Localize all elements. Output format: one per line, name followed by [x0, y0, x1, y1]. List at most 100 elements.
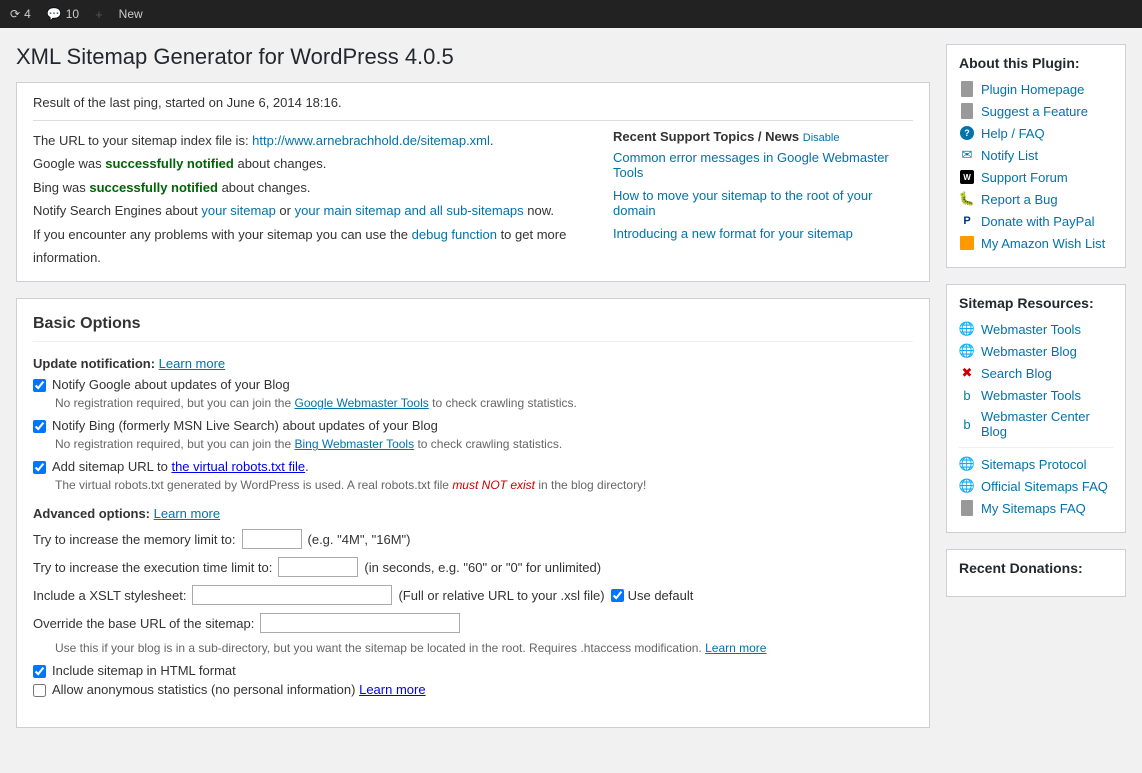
notify-bing-label: Notify Bing (formerly MSN Live Search) a…	[52, 418, 438, 433]
base-url-label: Override the base URL of the sitemap:	[33, 616, 254, 631]
donate-paypal-link[interactable]: P Donate with PayPal	[959, 213, 1113, 229]
anon-stats-checkbox[interactable]	[33, 684, 46, 697]
update-notification-group: Update notification: Learn more Notify G…	[33, 356, 913, 492]
anon-label-text: Allow anonymous statistics (no personal …	[52, 682, 359, 697]
sitemap-url-link[interactable]: http://www.arnebrachhold.de/sitemap.xml	[252, 133, 490, 148]
bing-webmaster-tools-link[interactable]: Bing Webmaster Tools	[294, 437, 414, 451]
support-topic-link-1[interactable]: Common error messages in Google Webmaste…	[613, 150, 889, 180]
official-sitemaps-faq-link[interactable]: 🌐 Official Sitemaps FAQ	[959, 478, 1113, 494]
donate-paypal-label: Donate with PayPal	[981, 214, 1094, 229]
memory-label: Try to increase the memory limit to:	[33, 532, 236, 547]
sitemaps-protocol-label: Sitemaps Protocol	[981, 457, 1087, 472]
notify-google-note-prefix: No registration required, but you can jo…	[55, 396, 294, 410]
search-blog-label: Search Blog	[981, 366, 1052, 381]
xslt-note: (Full or relative URL to your .xsl file)	[398, 588, 604, 603]
google-success: successfully notified	[105, 156, 234, 171]
use-default-label: Use default	[628, 588, 694, 603]
execution-example: (in seconds, e.g. "60" or "0" for unlimi…	[364, 560, 601, 575]
advanced-learn-more-link[interactable]: Learn more	[154, 506, 220, 521]
paypal-icon: P	[959, 213, 975, 229]
execution-label: Try to increase the execution time limit…	[33, 560, 272, 575]
admin-comments[interactable]: 💬 10	[47, 7, 79, 21]
admin-new[interactable]: New	[119, 7, 143, 21]
sitemap-url-prefix: The URL to your sitemap index file is:	[33, 133, 252, 148]
notify-bing-checkbox[interactable]	[33, 420, 46, 433]
help-faq-link[interactable]: ? Help / FAQ	[959, 125, 1113, 141]
execution-time-row: Try to increase the execution time limit…	[33, 557, 913, 577]
virtual-not-exist: must NOT exist	[452, 478, 535, 492]
search-blog-link[interactable]: ✖ Search Blog	[959, 365, 1113, 381]
base-url-learn-link[interactable]: Learn more	[705, 641, 766, 655]
google-icon-4: 🌐	[959, 478, 975, 494]
support-forum-link[interactable]: W Support Forum	[959, 169, 1113, 185]
page-title: XML Sitemap Generator for WordPress 4.0.…	[16, 44, 930, 70]
sitemap-resources-box: Sitemap Resources: 🌐 Webmaster Tools 🌐 W…	[946, 284, 1126, 533]
google-icon-1: 🌐	[959, 321, 975, 337]
notify-list-link[interactable]: ✉ Notify List	[959, 147, 1113, 163]
w-icon: W	[959, 169, 975, 185]
support-topic-link-3[interactable]: Introducing a new format for your sitema…	[613, 226, 853, 241]
anon-stats-row: Allow anonymous statistics (no personal …	[33, 682, 913, 697]
xslt-row: Include a XSLT stylesheet: (Full or rela…	[33, 585, 913, 605]
anon-stats-label: Allow anonymous statistics (no personal …	[52, 682, 426, 697]
info-box-right: Recent Support Topics / News Disable Com…	[613, 129, 913, 269]
admin-updates[interactable]: ⟳ 4	[10, 7, 31, 21]
anon-learn-link[interactable]: Learn more	[359, 682, 425, 697]
page-icon	[959, 81, 975, 97]
notify-bing-row: Notify Bing (formerly MSN Live Search) a…	[33, 418, 913, 433]
google-webmaster-tools-res-label: Webmaster Tools	[981, 322, 1081, 337]
advanced-label-text: Advanced options:	[33, 506, 150, 521]
notify-google-checkbox[interactable]	[33, 379, 46, 392]
base-url-input[interactable]	[260, 613, 460, 633]
your-sitemap-link[interactable]: your sitemap	[201, 203, 275, 218]
amazon-wishlist-label: My Amazon Wish List	[981, 236, 1105, 251]
html-sitemap-checkbox[interactable]	[33, 665, 46, 678]
notify-google-note: No registration required, but you can jo…	[55, 396, 913, 410]
google-webmaster-blog-label: Webmaster Blog	[981, 344, 1077, 359]
bing-webmaster-center-link[interactable]: b Webmaster Center Blog	[959, 409, 1113, 439]
help-faq-label: Help / FAQ	[981, 126, 1045, 141]
about-plugin-box: About this Plugin: Plugin Homepage Sugge…	[946, 44, 1126, 268]
notify-engines-line: Notify Search Engines about your sitemap…	[33, 199, 597, 222]
update-learn-more-link[interactable]: Learn more	[159, 356, 225, 371]
debug-link[interactable]: debug function	[412, 227, 497, 242]
virtual-robots-note: The virtual robots.txt generated by Word…	[55, 478, 913, 492]
add-sitemap-checkbox[interactable]	[33, 461, 46, 474]
info-box-inner: The URL to your sitemap index file is: h…	[33, 129, 913, 269]
main-sitemap-link[interactable]: your main sitemap and all sub-sitemaps	[295, 203, 524, 218]
memory-limit-input[interactable]	[242, 529, 302, 549]
separator: +	[95, 7, 103, 22]
sitemaps-protocol-link[interactable]: 🌐 Sitemaps Protocol	[959, 456, 1113, 472]
support-topic-3: Introducing a new format for your sitema…	[613, 226, 913, 241]
updates-count: 4	[24, 7, 31, 21]
notify-bing-note-prefix: No registration required, but you can jo…	[55, 437, 294, 451]
xslt-input[interactable]	[192, 585, 392, 605]
my-sitemaps-faq-link[interactable]: My Sitemaps FAQ	[959, 500, 1113, 516]
google-webmaster-tools-link[interactable]: Google Webmaster Tools	[294, 396, 428, 410]
comments-count: 10	[66, 7, 79, 21]
execution-time-input[interactable]	[278, 557, 358, 577]
virtual-robots-link[interactable]: the virtual robots.txt file	[171, 459, 305, 474]
report-bug-link[interactable]: 🐛 Report a Bug	[959, 191, 1113, 207]
bing-suffix: about changes.	[218, 180, 311, 195]
virtual-note-prefix: The virtual robots.txt generated by Word…	[55, 478, 452, 492]
virtual-note-suffix: in the blog directory!	[535, 478, 646, 492]
default-row: Use default	[611, 588, 694, 603]
feature-icon	[959, 103, 975, 119]
google-webmaster-blog-link[interactable]: 🌐 Webmaster Blog	[959, 343, 1113, 359]
amazon-wishlist-link[interactable]: My Amazon Wish List	[959, 235, 1113, 251]
memory-example: (e.g. "4M", "16M")	[308, 532, 411, 547]
disable-support-link[interactable]: Disable	[803, 132, 840, 144]
suggest-feature-link[interactable]: Suggest a Feature	[959, 103, 1113, 119]
plugin-homepage-link[interactable]: Plugin Homepage	[959, 81, 1113, 97]
support-topic-link-2[interactable]: How to move your sitemap to the root of …	[613, 188, 872, 218]
google-webmaster-tools-res-link[interactable]: 🌐 Webmaster Tools	[959, 321, 1113, 337]
report-bug-label: Report a Bug	[981, 192, 1058, 207]
bing-webmaster-tools-link[interactable]: b Webmaster Tools	[959, 387, 1113, 403]
divider	[33, 120, 913, 121]
use-default-checkbox[interactable]	[611, 589, 624, 602]
google-icon-2: 🌐	[959, 343, 975, 359]
bing-webmaster-tools-label: Webmaster Tools	[981, 388, 1081, 403]
admin-bar: ⟳ 4 💬 10 + New	[0, 0, 1142, 28]
advanced-options-group: Advanced options: Learn more Try to incr…	[33, 506, 913, 697]
